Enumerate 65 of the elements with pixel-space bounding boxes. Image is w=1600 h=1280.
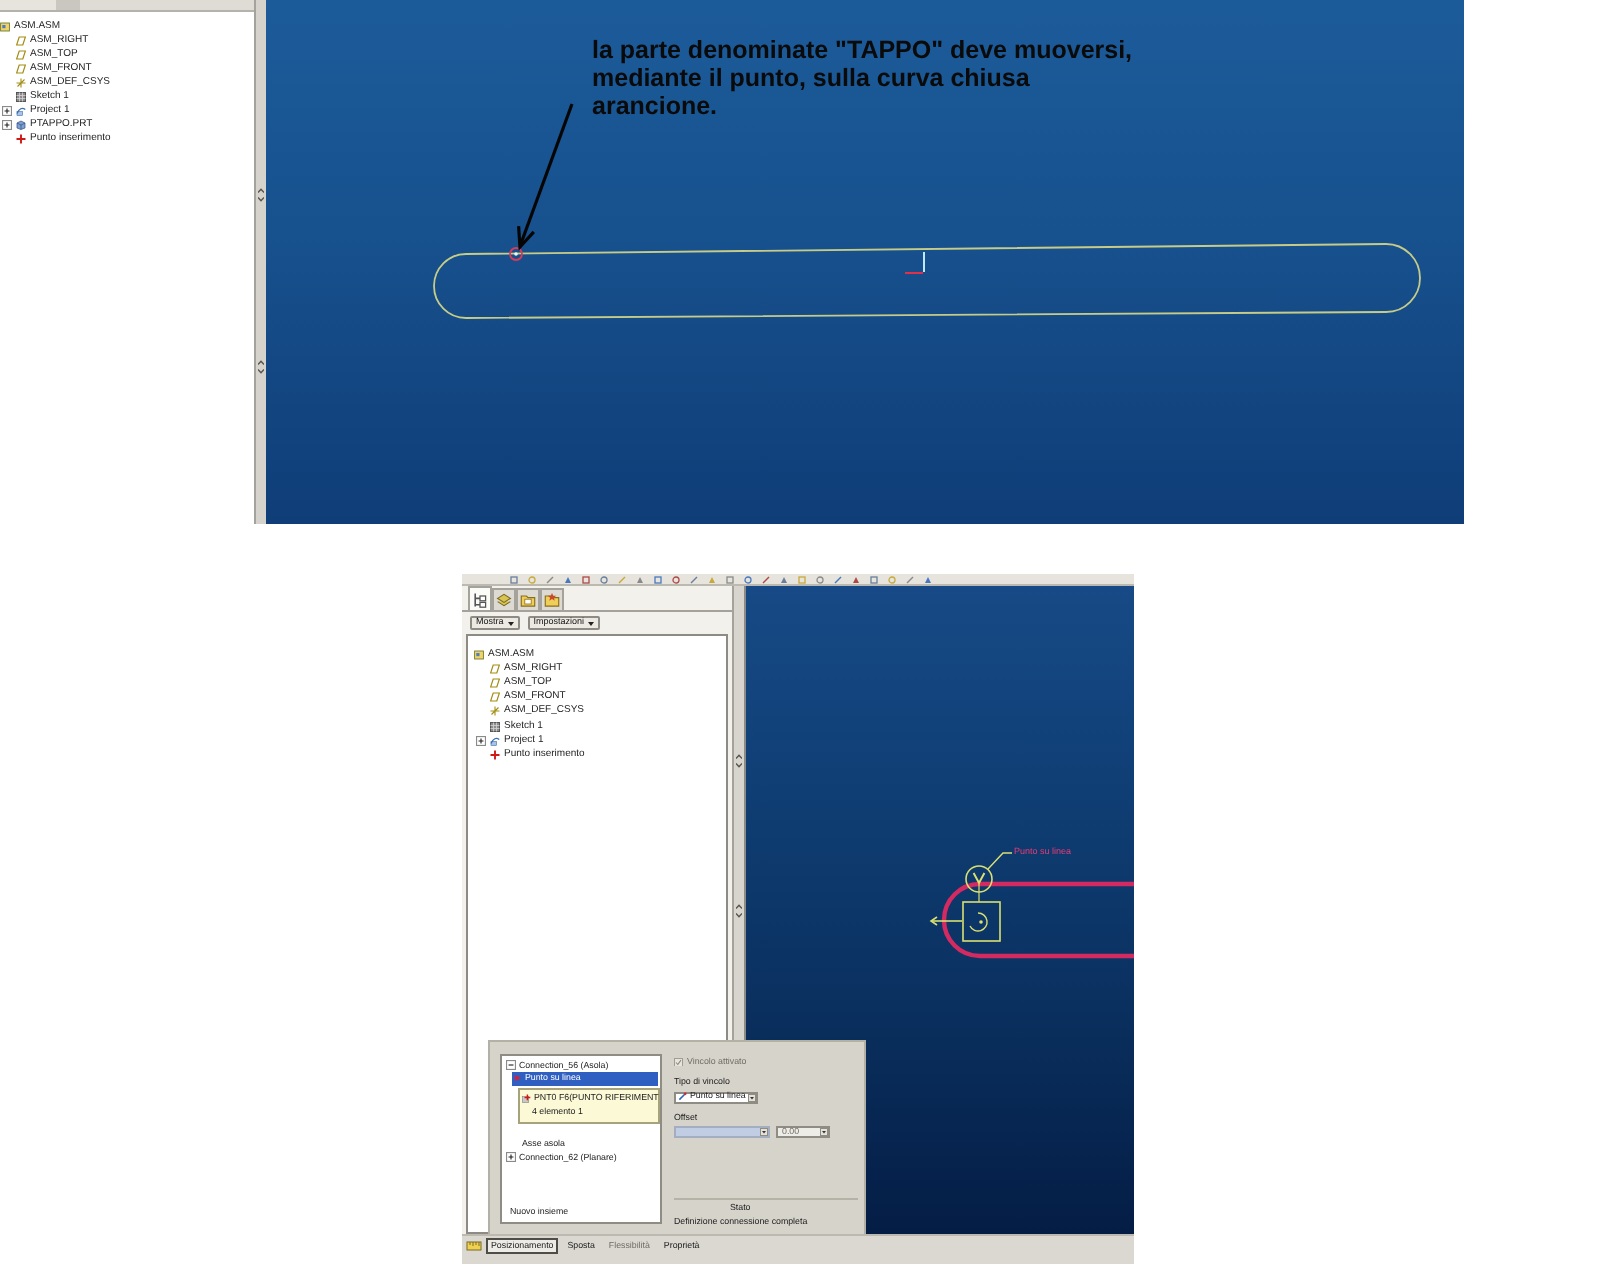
line-icon[interactable] xyxy=(834,575,842,583)
line-icon[interactable] xyxy=(906,575,914,583)
assembly-icon xyxy=(0,21,10,32)
square-icon[interactable] xyxy=(870,575,878,583)
tree-icon xyxy=(472,591,488,607)
constraint-symbol-icon xyxy=(965,865,993,903)
sash-handle-icon[interactable] xyxy=(736,904,742,918)
line-icon[interactable] xyxy=(762,575,770,583)
square-icon[interactable] xyxy=(582,575,590,583)
datum-point-icon xyxy=(490,749,500,760)
datum-point-icon xyxy=(522,1094,531,1104)
caret-icon xyxy=(507,621,514,625)
collapse-icon[interactable] xyxy=(506,1060,516,1071)
curve-feature-icon xyxy=(490,735,500,746)
triangle-icon[interactable] xyxy=(924,575,932,583)
triangle-icon[interactable] xyxy=(708,575,716,583)
circle-icon[interactable] xyxy=(672,575,680,583)
circle-icon[interactable] xyxy=(744,575,752,583)
expand-icon[interactable] xyxy=(475,735,485,746)
sketch-icon xyxy=(490,721,500,732)
expand-icon[interactable] xyxy=(506,1152,516,1163)
triangle-icon[interactable] xyxy=(852,575,860,583)
leader-line xyxy=(987,852,1013,870)
square-icon[interactable] xyxy=(726,575,734,583)
circle-icon[interactable] xyxy=(816,575,824,583)
panel-tab[interactable] xyxy=(468,586,492,610)
sketch-icon xyxy=(16,92,26,103)
triangle-icon xyxy=(514,1074,522,1083)
panel-tab[interactable] xyxy=(540,588,564,610)
coordinate-system-icon xyxy=(490,706,500,717)
square-icon[interactable] xyxy=(510,575,518,583)
expand-icon[interactable] xyxy=(1,120,11,131)
axis-triad-icon xyxy=(904,251,925,274)
line-icon[interactable] xyxy=(546,575,554,583)
line-icon[interactable] xyxy=(690,575,698,583)
datum-point-icon xyxy=(16,134,26,145)
folder-icon xyxy=(520,592,536,608)
square-icon[interactable] xyxy=(654,575,662,583)
curve-feature-icon xyxy=(16,106,26,117)
coordinate-system-icon xyxy=(16,77,26,88)
panel-tab[interactable] xyxy=(492,588,516,610)
sash-handle-icon[interactable] xyxy=(258,360,264,374)
circle-icon[interactable] xyxy=(888,575,896,583)
sash-handle-icon[interactable] xyxy=(736,754,742,768)
assembly-icon xyxy=(474,650,484,661)
triangle-icon[interactable] xyxy=(780,575,788,583)
sash-handle-icon[interactable] xyxy=(258,188,264,202)
dropdown-arrow-icon[interactable] xyxy=(820,1128,828,1136)
favorites-folder-icon xyxy=(544,592,560,608)
point-marker-icon xyxy=(509,247,523,261)
panel-tab[interactable] xyxy=(516,588,540,610)
ruler-icon[interactable] xyxy=(466,1238,482,1254)
part-icon xyxy=(16,120,26,131)
connection-symbol-icon xyxy=(929,901,1001,942)
annotation-text: la parte denominate "TAPPO" deve muoversi, mediante il punto, sulla curva chiusa arancione. xyxy=(592,36,1135,120)
caret-icon xyxy=(588,621,595,625)
dropdown-arrow-icon[interactable] xyxy=(748,1093,757,1101)
expand-icon[interactable] xyxy=(1,106,11,117)
triangle-icon[interactable] xyxy=(564,575,572,583)
circle-icon[interactable] xyxy=(600,575,608,583)
pen-icon xyxy=(678,1092,687,1102)
line-icon[interactable] xyxy=(618,575,626,583)
triangle-icon[interactable] xyxy=(636,575,644,583)
layers-icon xyxy=(496,592,512,608)
circle-icon[interactable] xyxy=(528,575,536,583)
